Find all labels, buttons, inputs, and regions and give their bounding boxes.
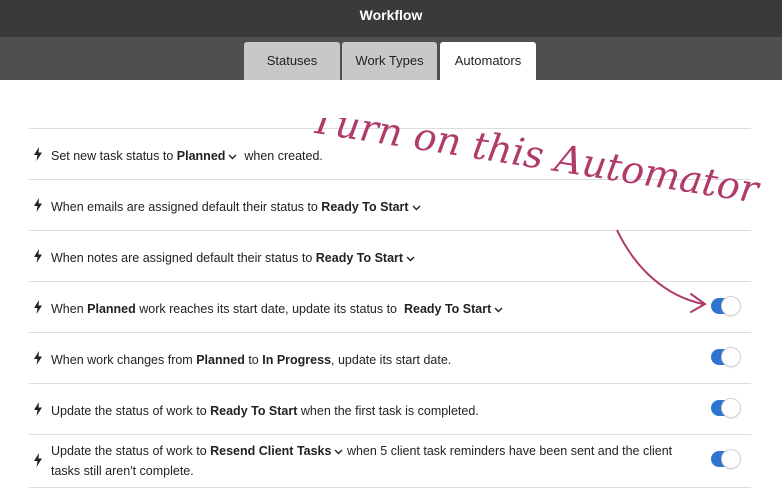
- lightning-bolt-icon: [34, 453, 42, 467]
- tab-automators[interactable]: Automators: [440, 42, 536, 80]
- automator-description: Update the status of work to Ready To St…: [51, 404, 479, 418]
- toggle-knob: [722, 297, 740, 315]
- lightning-bolt-icon: [34, 249, 42, 263]
- automator-description: When work changes from Planned to In Pro…: [51, 353, 452, 367]
- status-dropdown[interactable]: Ready To Start: [316, 251, 415, 265]
- page-title: Workflow: [359, 7, 423, 23]
- lightning-bolt-icon: [34, 198, 42, 212]
- automator-list: Set new task status to Planned when crea…: [29, 128, 751, 488]
- chevron-down-icon: [412, 205, 421, 211]
- toggle-knob: [722, 399, 740, 417]
- chevron-down-icon: [334, 449, 343, 455]
- chevron-down-icon: [406, 256, 415, 262]
- chevron-down-icon: [228, 154, 237, 160]
- lightning-bolt-icon: [34, 402, 42, 416]
- status-dropdown[interactable]: Resend Client Tasks: [210, 444, 343, 458]
- lightning-bolt-icon: [34, 147, 42, 161]
- status-dropdown[interactable]: Ready To Start: [321, 200, 421, 214]
- automator-description: When Planned work reaches its start date…: [51, 299, 503, 319]
- tab-work-types[interactable]: Work Types: [342, 42, 437, 80]
- lightning-bolt-icon: [34, 300, 42, 314]
- toggle-knob: [722, 348, 740, 366]
- automator-description: When notes are assigned default their st…: [51, 248, 415, 268]
- automator-toggle[interactable]: [711, 399, 740, 417]
- status-dropdown[interactable]: Ready To Start: [404, 302, 503, 316]
- automator-toggle[interactable]: [711, 450, 740, 468]
- automator-toggle[interactable]: [711, 297, 740, 315]
- lightning-bolt-icon: [34, 351, 42, 365]
- automator-row: When notes are assigned default their st…: [29, 230, 751, 281]
- automator-row: When emails are assigned default their s…: [29, 179, 751, 230]
- automator-row: When work changes from Planned to In Pro…: [29, 332, 751, 383]
- automator-description: When emails are assigned default their s…: [51, 197, 421, 217]
- chevron-down-icon: [494, 307, 503, 313]
- tab-statuses[interactable]: Statuses: [244, 42, 340, 80]
- automator-row: When Planned work reaches its start date…: [29, 281, 751, 332]
- status-dropdown[interactable]: Planned: [177, 149, 238, 163]
- toggle-knob: [722, 450, 740, 468]
- automator-row: Update the status of work to Resend Clie…: [29, 434, 751, 488]
- automator-toggle[interactable]: [711, 348, 740, 366]
- automator-description: Set new task status to Planned when crea…: [51, 149, 323, 163]
- automator-description: Update the status of work to Resend Clie…: [51, 444, 673, 478]
- automator-row: Update the status of work to Ready To St…: [29, 383, 751, 434]
- automator-row: Set new task status to Planned when crea…: [29, 128, 751, 179]
